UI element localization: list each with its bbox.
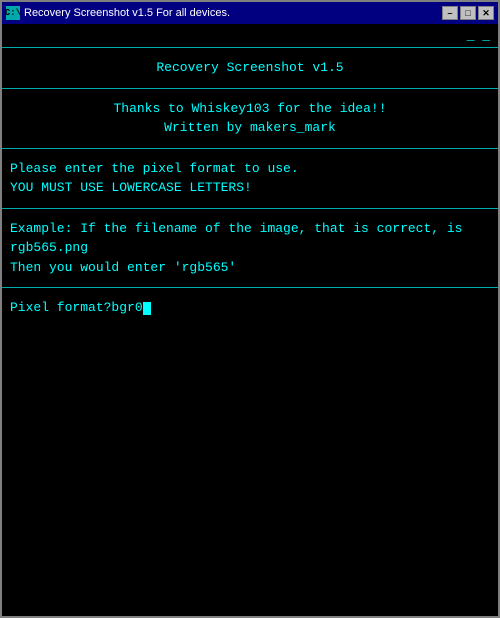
- title-bar: C:\ Recovery Screenshot v1.5 For all dev…: [2, 2, 498, 24]
- cursor-icon: [143, 302, 151, 315]
- input-prompt: Pixel format?: [10, 300, 111, 315]
- terminal: _ _ Recovery Screenshot v1.5 Thanks to W…: [2, 24, 498, 616]
- minimize-button[interactable]: –: [442, 6, 458, 20]
- title-line1: Recovery Screenshot v1.5: [10, 58, 490, 78]
- title-bar-left: C:\ Recovery Screenshot v1.5 For all dev…: [6, 6, 230, 20]
- top-dashes: _ _: [2, 24, 498, 48]
- example-line1: Example: If the filename of the image, t…: [10, 219, 490, 239]
- title-section: Recovery Screenshot v1.5: [2, 48, 498, 89]
- input-value: bgr0: [111, 300, 142, 315]
- example-line2: rgb565.png: [10, 238, 490, 258]
- credits-line1: Thanks to Whiskey103 for the idea!!: [10, 99, 490, 119]
- input-line[interactable]: Pixel format?bgr0: [10, 298, 490, 318]
- credits-line2: Written by makers_mark: [10, 118, 490, 138]
- example-line3: Then you would enter 'rgb565': [10, 258, 490, 278]
- title-bar-buttons: – □ ✕: [442, 6, 494, 20]
- instruction-section: Please enter the pixel format to use. YO…: [2, 149, 498, 209]
- app-icon: C:\: [6, 6, 20, 20]
- example-section: Example: If the filename of the image, t…: [2, 209, 498, 289]
- close-button[interactable]: ✕: [478, 6, 494, 20]
- window-title: Recovery Screenshot v1.5 For all devices…: [24, 7, 230, 19]
- app-window: C:\ Recovery Screenshot v1.5 For all dev…: [0, 0, 500, 618]
- instruction-line2: YOU MUST USE LOWERCASE LETTERS!: [10, 178, 490, 198]
- input-section[interactable]: Pixel format?bgr0: [2, 288, 498, 616]
- instruction-line1: Please enter the pixel format to use.: [10, 159, 490, 179]
- credits-section: Thanks to Whiskey103 for the idea!! Writ…: [2, 89, 498, 149]
- maximize-button[interactable]: □: [460, 6, 476, 20]
